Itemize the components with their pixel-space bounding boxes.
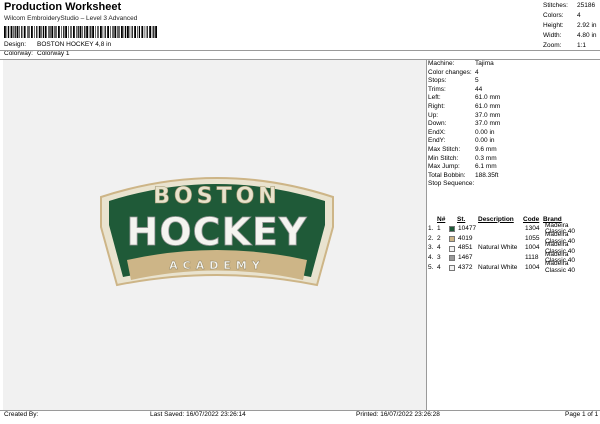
footer-page: Page 1 of 1 bbox=[565, 411, 599, 418]
info-value: 188.35ft bbox=[475, 171, 499, 179]
color-swatch bbox=[449, 245, 455, 252]
logo-line1: BOSTON bbox=[153, 184, 280, 209]
row-index: 5. bbox=[428, 263, 434, 271]
row-index: 4. bbox=[428, 253, 434, 261]
row-stitches: 4851 bbox=[458, 244, 473, 252]
logo-line2: HOCKEY bbox=[127, 210, 308, 254]
row-needle: 2 bbox=[437, 234, 441, 242]
row-brand: Madeira Classic 40 bbox=[545, 260, 575, 274]
design-value: BOSTON HOCKEY 4,8 in bbox=[37, 41, 112, 48]
machine-info: Machine: Tajima Color changes: 4 Stops: 5 T… bbox=[428, 60, 500, 190]
colorway-label: Colorway: bbox=[4, 50, 33, 57]
page-title: Production Worksheet bbox=[4, 1, 122, 13]
footer-created-by: Created By: bbox=[4, 411, 39, 418]
col-no: N# bbox=[437, 215, 446, 223]
row-stitches: 4372 bbox=[458, 263, 473, 271]
divider bbox=[0, 410, 600, 411]
row-needle: 1 bbox=[437, 225, 441, 233]
design-label: Design: bbox=[4, 41, 27, 48]
row-code: 1118 bbox=[525, 253, 539, 261]
row-code: 1004 bbox=[525, 263, 540, 271]
footer-last-saved: Last Saved: 16/07/2022 23:26:14 bbox=[150, 411, 246, 418]
colorway-row: Colorway: Colorway 1 bbox=[4, 50, 70, 58]
row-code: 1004 bbox=[525, 244, 540, 252]
row-index: 1. bbox=[428, 225, 434, 233]
stop-sequence-label: Stop Sequence: bbox=[428, 180, 475, 188]
row-description: Natural White bbox=[478, 263, 518, 271]
table-row: 5. 4 4372 Natural White 1004 Madeira Cla… bbox=[428, 260, 598, 274]
stop-sequence-table: N# St. Description Code Brand 1. 1 10477… bbox=[428, 215, 598, 273]
design-row: Design: BOSTON HOCKEY 4,8 in bbox=[4, 41, 112, 49]
row-needle: 3 bbox=[437, 253, 441, 261]
col-code: Code bbox=[523, 215, 540, 223]
design-logo: BOSTON HOCKEY ACADEMY bbox=[100, 177, 334, 287]
summary-block: Stitches: 25186 Colors: 4 Height: 2.92 in W… bbox=[543, 2, 597, 53]
color-swatch bbox=[449, 226, 455, 233]
row-stitches: 4019 bbox=[458, 234, 473, 242]
summary-value: 1:1 bbox=[577, 42, 587, 49]
color-swatch bbox=[449, 264, 455, 271]
row-index: 3. bbox=[428, 244, 434, 252]
row-needle: 4 bbox=[437, 244, 441, 252]
color-swatch bbox=[449, 255, 455, 262]
row-stitches: 10477 bbox=[458, 225, 477, 233]
row-needle: 4 bbox=[437, 263, 441, 271]
row-description: Natural White bbox=[478, 244, 518, 252]
footer-printed: Printed: 16/07/2022 23:26:28 bbox=[356, 411, 440, 418]
col-desc: Description bbox=[478, 215, 514, 223]
col-st: St. bbox=[457, 215, 466, 223]
barcode bbox=[4, 26, 157, 38]
summary-row: Zoom: 1:1 bbox=[543, 42, 597, 53]
design-preview: BOSTON HOCKEY ACADEMY bbox=[3, 60, 426, 410]
colorway-value: Colorway 1 bbox=[37, 50, 70, 57]
row-code: 1055 bbox=[525, 234, 540, 242]
row-stitches: 1467 bbox=[458, 253, 473, 261]
row-index: 2. bbox=[428, 234, 434, 242]
color-swatch bbox=[449, 235, 455, 242]
stop-sequence-title: Stop Sequence: bbox=[428, 181, 500, 190]
summary-label: Zoom: bbox=[543, 42, 562, 49]
divider bbox=[0, 50, 600, 51]
divider bbox=[426, 59, 427, 410]
row-code: 1304 bbox=[525, 225, 540, 233]
logo-line3: ACADEMY bbox=[169, 259, 265, 272]
software-name: Wilcom EmbroideryStudio – Level 3 Advanc… bbox=[4, 15, 138, 22]
